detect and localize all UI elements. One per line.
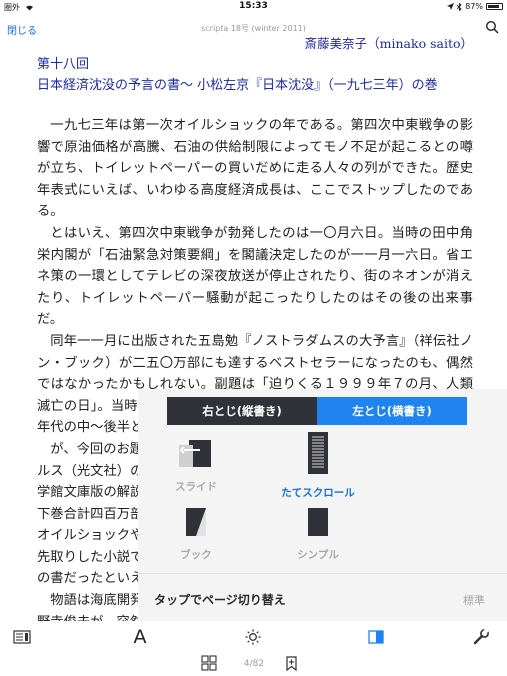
book-title: scripta 18号 (winter 2011): [201, 24, 306, 33]
tap-page-turn-value[interactable]: 標準: [463, 592, 485, 608]
mode-book[interactable]: ブック: [146, 507, 246, 562]
page-mode-options: スライド たてスクロール ブック シンプル: [138, 431, 507, 571]
status-bar: 圏外 15:33 87%: [0, 0, 507, 14]
bookmark-button[interactable]: [283, 654, 299, 672]
font-button[interactable]: A: [128, 625, 152, 649]
paragraph: 一九七三年は第一次オイルショックの年である。第四次中東戦争の影響で原油価格が高騰…: [37, 118, 473, 220]
thumbnails-icon: [201, 655, 217, 671]
layout-settings-popover: 右とじ(縦書き) 左とじ(横書き) スライド たてスクロール ブック シンプル …: [138, 389, 507, 621]
font-icon: A: [133, 626, 147, 648]
mode-label: ブック: [180, 549, 212, 561]
settings-button[interactable]: [470, 626, 492, 648]
slide-mode-icon: [179, 440, 211, 467]
thumbnails-button[interactable]: [200, 654, 218, 672]
bookmark-add-icon: [285, 655, 297, 671]
layout-icon: [368, 630, 384, 644]
mode-vertical-scroll[interactable]: たてスクロール: [268, 431, 368, 500]
chapter-title: 日本経済沈没の予言の書〜 小松左京『日本沈没』（一九七三年）の巻: [37, 78, 438, 93]
battery-fill: [488, 5, 500, 8]
brightness-button[interactable]: [243, 627, 263, 647]
mode-slide[interactable]: スライド: [146, 439, 246, 494]
mode-label: シンプル: [297, 549, 339, 561]
toc-button[interactable]: [12, 627, 32, 647]
mode-label: たてスクロール: [281, 487, 355, 499]
paragraph: とはいえ、第四次中東戦争が勃発したのは一〇月六日。当時の田中角栄内閣が「石油緊急…: [37, 225, 473, 328]
location-arrow-icon: [447, 3, 455, 10]
article-author: 斎藤美奈子（minako saito）: [304, 36, 473, 51]
tap-page-turn-label: タップでページ切り替え: [154, 593, 286, 607]
bottom-toolbar: A 4/82: [0, 621, 507, 676]
status-right: 87%: [447, 2, 503, 11]
layout-button[interactable]: [366, 627, 386, 647]
left-binding-horizontal-button[interactable]: 左とじ(横書き): [317, 397, 467, 425]
search-icon[interactable]: [485, 20, 499, 34]
toc-icon: [13, 630, 31, 644]
brightness-icon: [245, 629, 261, 645]
simple-mode-icon: [308, 508, 328, 536]
mode-simple[interactable]: シンプル: [268, 507, 368, 562]
tap-page-turn-row[interactable]: タップでページ切り替え 標準: [138, 573, 507, 621]
mode-label: スライド: [175, 481, 217, 493]
chapter-number: 第十八回: [37, 57, 90, 72]
binding-segmented-control: 右とじ(縦書き) 左とじ(横書き): [167, 397, 467, 425]
battery-percent: 87%: [465, 2, 483, 11]
vertical-scroll-icon: [308, 432, 328, 474]
settings-wrench-icon: [473, 628, 489, 645]
right-binding-vertical-button[interactable]: 右とじ(縦書き): [167, 397, 317, 425]
bluetooth-icon: [457, 2, 462, 11]
battery-icon: [486, 3, 503, 10]
page-indicator: 4/82: [243, 659, 265, 669]
book-mode-icon: [186, 508, 206, 536]
clock: 15:33: [239, 1, 268, 11]
